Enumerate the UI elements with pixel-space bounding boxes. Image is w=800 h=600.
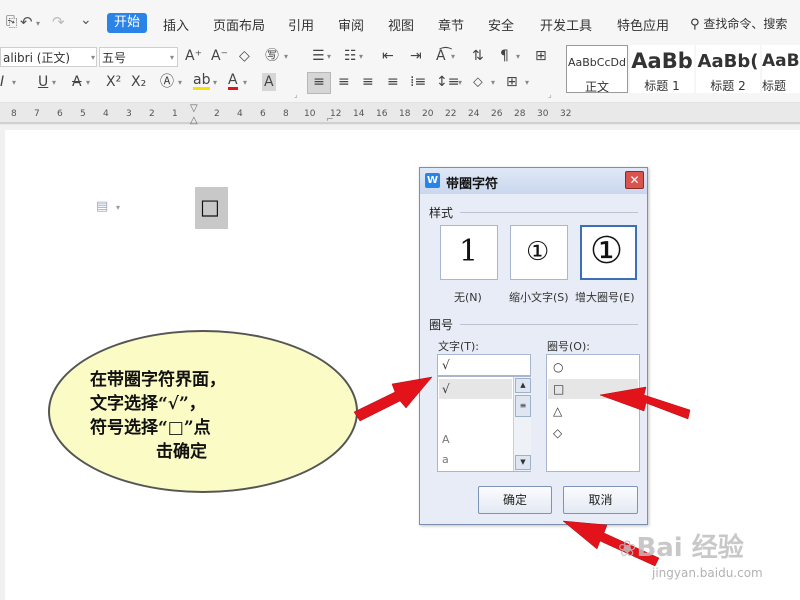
arrow-to-text-list (353, 376, 433, 422)
watermark-text: Bai 经验 (636, 533, 744, 563)
arrow-to-square-option (599, 386, 691, 420)
paw-icon: ❀ (618, 537, 637, 562)
watermark-url: jingyan.baidu.com (652, 566, 763, 580)
annotation-arrows (353, 376, 691, 567)
baidu-watermark: ❀Bai 经验 (618, 527, 744, 564)
